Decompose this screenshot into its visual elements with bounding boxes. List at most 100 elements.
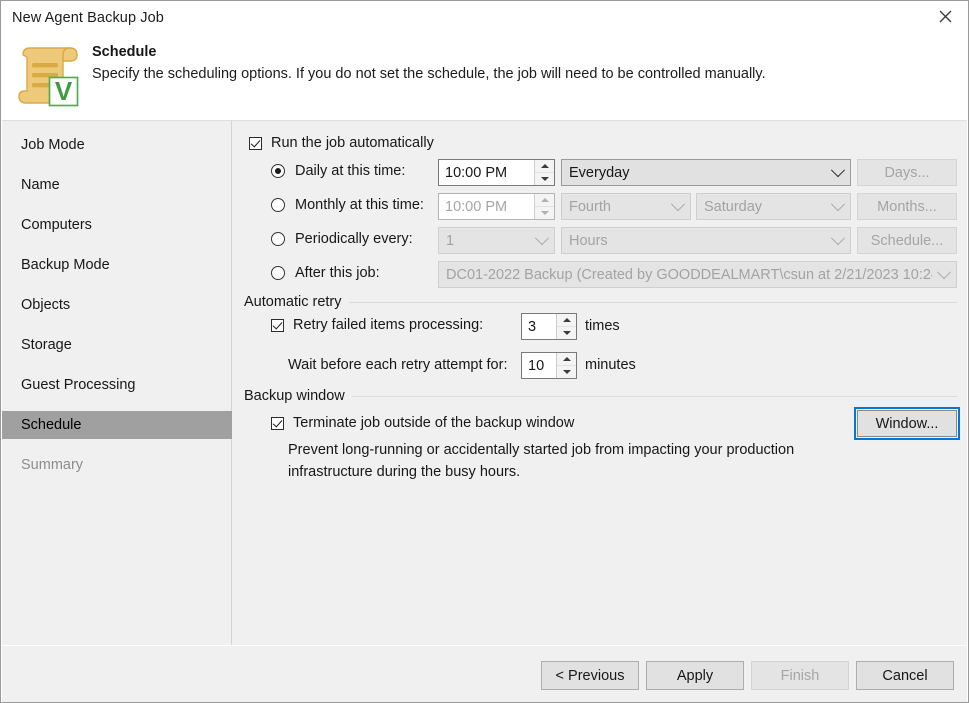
stepper-up-button[interactable] bbox=[557, 314, 576, 327]
terminate-job-checkbox[interactable] bbox=[271, 416, 284, 430]
wait-minutes-value[interactable]: 10 bbox=[522, 353, 556, 378]
retry-times-value[interactable]: 3 bbox=[522, 314, 556, 339]
stepper-up-button[interactable] bbox=[557, 353, 576, 366]
title-bar: New Agent Backup Job bbox=[1, 1, 968, 37]
apply-button[interactable]: Apply bbox=[646, 661, 744, 690]
chevron-down-icon bbox=[540, 211, 549, 215]
sidebar-item-backup-mode[interactable]: Backup Mode bbox=[2, 251, 232, 279]
sidebar-item-name[interactable]: Name bbox=[2, 171, 232, 199]
cancel-button[interactable]: Cancel bbox=[856, 661, 954, 690]
retry-times-spinner[interactable]: 3 bbox=[521, 313, 577, 340]
divider bbox=[351, 395, 957, 397]
wait-before-retry-label: Wait before each retry attempt for: bbox=[288, 357, 508, 373]
backup-window-label: Backup window bbox=[244, 388, 345, 404]
stepper-up-button[interactable] bbox=[535, 160, 554, 173]
window-button[interactable]: Window... bbox=[854, 407, 960, 440]
sidebar-item-guest-processing[interactable]: Guest Processing bbox=[2, 371, 232, 399]
sidebar-item-label: Backup Mode bbox=[21, 257, 110, 273]
sidebar-item-storage[interactable]: Storage bbox=[2, 331, 232, 359]
monthly-time-spinner: 10:00 PM bbox=[438, 193, 555, 220]
daily-frequency-value: Everyday bbox=[569, 164, 630, 181]
daily-label: Daily at this time: bbox=[295, 163, 406, 179]
chevron-down-icon bbox=[530, 230, 554, 246]
retry-times-stepper[interactable] bbox=[556, 314, 576, 339]
chevron-up-icon bbox=[540, 198, 549, 202]
monthly-radio-row[interactable]: Monthly at this time: bbox=[271, 197, 424, 213]
sidebar-item-summary: Summary bbox=[2, 451, 232, 479]
divider bbox=[348, 301, 957, 303]
daily-time-value[interactable]: 10:00 PM bbox=[439, 160, 534, 185]
wait-minutes-stepper[interactable] bbox=[556, 353, 576, 378]
stepper-down-button[interactable] bbox=[557, 366, 576, 378]
days-button: Days... bbox=[857, 159, 957, 186]
after-this-job-radio-row[interactable]: After this job: bbox=[271, 265, 380, 281]
after-this-job-radio[interactable] bbox=[271, 266, 285, 280]
daily-time-spinner[interactable]: 10:00 PM bbox=[438, 159, 555, 186]
daily-time-stepper[interactable] bbox=[534, 160, 554, 185]
run-automatically-checkbox-row[interactable]: Run the job automatically bbox=[249, 135, 434, 151]
chevron-down-icon bbox=[826, 162, 850, 178]
retry-times-unit: times bbox=[585, 318, 620, 334]
terminate-job-label: Terminate job outside of the backup wind… bbox=[293, 415, 575, 431]
chevron-up-icon bbox=[562, 357, 571, 361]
periodically-unit-value: Hours bbox=[569, 232, 608, 249]
periodically-label: Periodically every: bbox=[295, 231, 413, 247]
chevron-down-icon bbox=[826, 196, 850, 212]
sidebar-item-job-mode[interactable]: Job Mode bbox=[2, 131, 232, 159]
wait-minutes-unit: minutes bbox=[585, 357, 636, 373]
stepper-down-button[interactable] bbox=[557, 327, 576, 339]
run-automatically-checkbox[interactable] bbox=[249, 136, 262, 150]
svg-text:V: V bbox=[55, 76, 73, 106]
close-button[interactable] bbox=[922, 1, 968, 32]
monthly-week-combo: Fourth bbox=[561, 193, 691, 220]
automatic-retry-group-header: Automatic retry bbox=[244, 294, 957, 310]
schedule-button: Schedule... bbox=[857, 227, 957, 254]
sidebar-item-label: Job Mode bbox=[21, 137, 85, 153]
periodically-interval-value: 1 bbox=[446, 232, 455, 249]
sidebar-item-label: Summary bbox=[21, 457, 84, 473]
retry-failed-items-checkbox[interactable] bbox=[271, 318, 284, 332]
wait-minutes-spinner[interactable]: 10 bbox=[521, 352, 577, 379]
sidebar-item-objects[interactable]: Objects bbox=[2, 291, 232, 319]
close-icon bbox=[939, 10, 951, 23]
periodically-radio-row[interactable]: Periodically every: bbox=[271, 231, 413, 247]
retry-failed-items-checkbox-row[interactable]: Retry failed items processing: bbox=[271, 317, 483, 333]
schedule-document-icon: V bbox=[13, 43, 87, 109]
stepper-down-button bbox=[535, 207, 554, 219]
after-this-job-combo: DC01-2022 Backup (Created by GOODDEALMAR… bbox=[438, 261, 957, 288]
previous-button[interactable]: < Previous bbox=[541, 661, 639, 690]
periodically-unit-combo: Hours bbox=[561, 227, 851, 254]
chevron-up-icon bbox=[562, 318, 571, 322]
sidebar-item-label: Computers bbox=[21, 217, 92, 233]
finish-button: Finish bbox=[751, 661, 849, 690]
schedule-panel: Run the job automatically Daily at this … bbox=[233, 121, 967, 645]
backup-window-group-header: Backup window bbox=[244, 388, 957, 404]
sidebar-item-schedule[interactable]: Schedule bbox=[2, 411, 232, 439]
stepper-up-button bbox=[535, 194, 554, 207]
chevron-down-icon bbox=[932, 264, 956, 280]
sidebar-item-computers[interactable]: Computers bbox=[2, 211, 232, 239]
sidebar-item-label: Name bbox=[21, 177, 60, 193]
automatic-retry-label: Automatic retry bbox=[244, 294, 342, 310]
daily-radio[interactable] bbox=[271, 164, 285, 178]
new-agent-backup-job-dialog: New Agent Backup Job V Schedule Specify … bbox=[0, 0, 969, 703]
chevron-down-icon bbox=[540, 177, 549, 181]
chevron-down-icon bbox=[826, 230, 850, 246]
after-this-job-label: After this job: bbox=[295, 265, 380, 281]
run-automatically-label: Run the job automatically bbox=[271, 135, 434, 151]
chevron-down-icon bbox=[562, 370, 571, 374]
terminate-job-checkbox-row[interactable]: Terminate job outside of the backup wind… bbox=[271, 415, 574, 431]
dialog-body: Job Mode Name Computers Backup Mode Obje… bbox=[2, 120, 967, 645]
page-header: V Schedule Specify the scheduling option… bbox=[1, 37, 968, 120]
monthly-week-value: Fourth bbox=[569, 198, 611, 215]
monthly-label: Monthly at this time: bbox=[295, 197, 424, 213]
monthly-time-value: 10:00 PM bbox=[445, 198, 508, 215]
stepper-down-button[interactable] bbox=[535, 173, 554, 185]
monthly-radio[interactable] bbox=[271, 198, 285, 212]
window-title: New Agent Backup Job bbox=[12, 10, 164, 26]
daily-frequency-combo[interactable]: Everyday bbox=[561, 159, 851, 186]
daily-radio-row[interactable]: Daily at this time: bbox=[271, 163, 405, 179]
page-title: Schedule bbox=[92, 44, 157, 60]
after-this-job-value: DC01-2022 Backup (Created by GOODDEALMAR… bbox=[446, 266, 932, 283]
periodically-radio[interactable] bbox=[271, 232, 285, 246]
